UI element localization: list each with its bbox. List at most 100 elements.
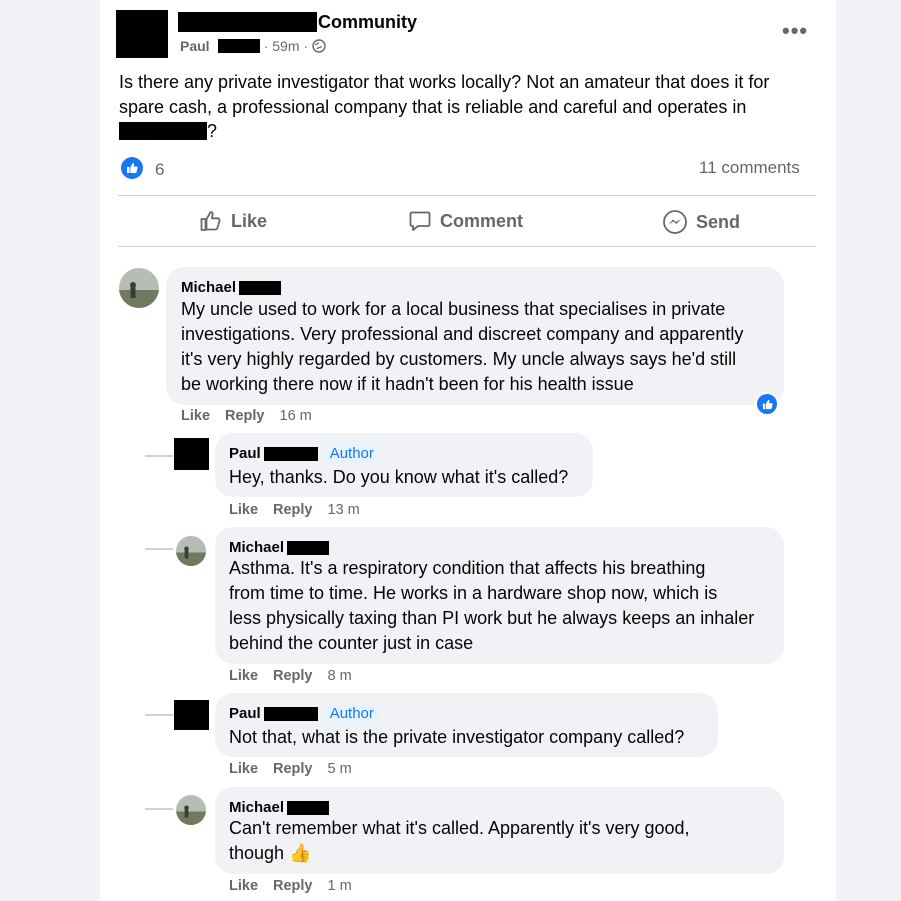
reply-bubble: Paul Author Hey, thanks. Do you know wha… — [215, 433, 593, 497]
author-badge: Author — [325, 704, 378, 723]
comment-like-button[interactable]: Like — [229, 878, 258, 894]
comment-text-line: My uncle used to work for a local busine… — [181, 299, 726, 319]
comment-time[interactable]: 1 m — [328, 878, 352, 894]
post-card: Community Paul · 59m · ••• Is there any … — [100, 0, 836, 901]
group-name-redacted — [178, 12, 317, 32]
thread-line — [145, 714, 173, 716]
comment-time[interactable]: 8 m — [328, 668, 352, 684]
comment-bubble-icon — [408, 209, 432, 233]
author-surname-redacted — [217, 39, 260, 53]
author-name[interactable]: Paul — [180, 38, 210, 54]
comment-reply-button[interactable]: Reply — [273, 761, 313, 777]
thread-line — [145, 455, 173, 457]
reply-bubble: Michael Asthma. It's a respiratory condi… — [215, 527, 784, 664]
comment-reply-button[interactable]: Reply — [273, 668, 313, 684]
commenter-name[interactable]: Paul Author — [229, 704, 378, 723]
comment-reply-button[interactable]: Reply — [273, 878, 313, 894]
comment-text-line: less physically taxing than PI work but … — [229, 608, 755, 628]
comment-actions: Like Reply 8 m — [229, 668, 352, 684]
comment-like-button[interactable]: Like — [229, 761, 258, 777]
author-badge: Author — [325, 444, 378, 463]
comment-text-line: behind the counter just in case — [229, 633, 474, 653]
comment-reply-button[interactable]: Reply — [273, 502, 313, 518]
comment-actions: Like Reply 5 m — [229, 761, 352, 777]
commenter-avatar[interactable] — [119, 268, 159, 308]
reaction-count[interactable]: 6 — [155, 160, 164, 180]
comment-text-line: it's very highly regarded by customers. … — [181, 349, 737, 369]
comment-actions: Like Reply 16 m — [181, 408, 312, 424]
comment-like-button[interactable]: Like — [181, 408, 210, 424]
comment-text-line: Not that, what is the private investigat… — [229, 727, 685, 747]
thread-line — [145, 808, 173, 810]
commenter-first-name[interactable]: Paul — [229, 705, 261, 722]
location-redacted — [119, 122, 207, 141]
send-button-label: Send — [696, 211, 741, 232]
like-button[interactable]: Like — [199, 209, 267, 233]
reply-avatar[interactable] — [176, 795, 206, 825]
comment-text-line: from time to time. He works in a hardwar… — [229, 583, 718, 603]
send-button[interactable]: Send — [662, 209, 740, 235]
comment-text-line: Asthma. It's a respiratory condition tha… — [229, 558, 706, 578]
comment-time[interactable]: 13 m — [328, 502, 360, 518]
like-button-label: Like — [231, 210, 268, 231]
group-name[interactable]: Community — [318, 12, 417, 33]
group-avatar-redacted[interactable] — [116, 10, 168, 58]
commenter-first-name[interactable]: Michael — [181, 279, 236, 296]
comment-like-button[interactable]: Like — [229, 502, 258, 518]
post-text: Is there any private investigator that w… — [119, 70, 809, 144]
post-text-suffix: ? — [207, 121, 218, 141]
comment-text: Hey, thanks. Do you know what it's calle… — [229, 465, 568, 490]
commenter-name[interactable]: Michael — [181, 279, 282, 296]
divider — [118, 246, 816, 247]
comment-text: Asthma. It's a respiratory condition tha… — [229, 556, 754, 656]
reply-bubble: Paul Author Not that, what is the privat… — [215, 693, 718, 757]
meta-dot: · — [263, 38, 269, 54]
post-meta: Paul · 59m · — [180, 38, 326, 54]
commenter-surname-redacted — [287, 800, 330, 815]
thread-line — [145, 548, 173, 550]
comment-text: Not that, what is the private investigat… — [229, 725, 684, 750]
comment-text-line: be working there now if it hadn't been f… — [181, 374, 634, 394]
post-time[interactable]: 59m — [272, 38, 299, 54]
post-text-line: spare cash, a professional company that … — [119, 96, 747, 117]
commenter-name[interactable]: Michael — [229, 799, 330, 816]
reply-bubble: Michael Can't remember what it's called.… — [215, 787, 784, 874]
commenter-surname-redacted — [239, 280, 282, 295]
comment-like-button[interactable]: Like — [229, 668, 258, 684]
comment-actions: Like Reply 13 m — [229, 502, 360, 518]
more-options-icon[interactable]: ••• — [782, 18, 808, 44]
comment-like-reaction-icon[interactable] — [755, 392, 779, 416]
comment-bubble: Michael My uncle used to work for a loca… — [166, 267, 784, 405]
comment-text-line: Can't remember what it's called. Apparen… — [229, 818, 690, 838]
comment-text-line: Hey, thanks. Do you know what it's calle… — [229, 467, 569, 487]
comment-time[interactable]: 16 m — [280, 408, 312, 424]
audience-globe-icon — [312, 39, 326, 53]
messenger-icon — [662, 209, 688, 235]
like-reaction-icon[interactable] — [121, 157, 143, 179]
comment-button-label: Comment — [440, 210, 524, 231]
reply-avatar-redacted[interactable] — [174, 438, 209, 470]
commenter-surname-redacted — [263, 706, 318, 721]
reply-avatar[interactable] — [176, 536, 206, 566]
commenter-name[interactable]: Michael — [229, 539, 330, 556]
commenter-first-name[interactable]: Michael — [229, 799, 284, 816]
commenter-name[interactable]: Paul Author — [229, 444, 378, 463]
reply-avatar-redacted[interactable] — [174, 700, 209, 730]
comment-reply-button[interactable]: Reply — [225, 408, 265, 424]
comment-text-line: though 👍 — [229, 843, 312, 863]
comments-count[interactable]: 11 comments — [699, 158, 800, 178]
commenter-surname-redacted — [263, 446, 318, 461]
comment-text-line: investigations. Very professional and di… — [181, 324, 744, 344]
post-text-line: ? — [119, 119, 809, 144]
commenter-surname-redacted — [287, 540, 330, 555]
commenter-first-name[interactable]: Paul — [229, 445, 261, 462]
comment-button[interactable]: Comment — [408, 209, 523, 233]
comment-text: My uncle used to work for a local busine… — [181, 297, 743, 397]
commenter-first-name[interactable]: Michael — [229, 539, 284, 556]
comment-actions: Like Reply 1 m — [229, 878, 352, 894]
divider — [118, 195, 816, 196]
comment-text: Can't remember what it's called. Apparen… — [229, 816, 690, 866]
meta-dot: · — [303, 38, 309, 54]
comment-time[interactable]: 5 m — [328, 761, 352, 777]
thumbs-up-icon — [199, 209, 223, 233]
